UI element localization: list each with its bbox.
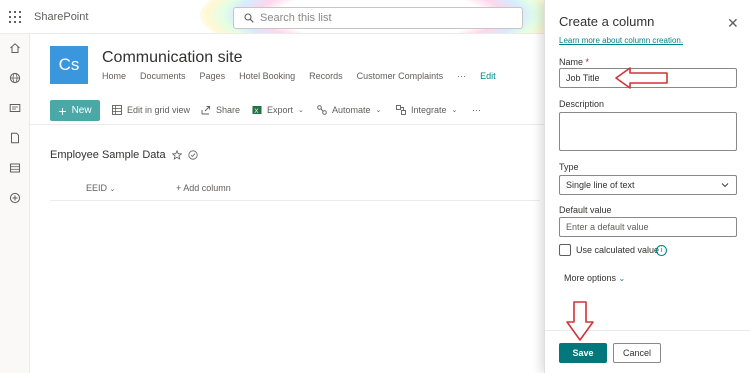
nav-item-home[interactable]: Home — [102, 71, 126, 81]
annotation-left-arrow-icon — [615, 67, 668, 89]
close-icon[interactable]: ✕ — [727, 15, 739, 32]
share-icon — [201, 106, 210, 115]
name-label-text: Name — [559, 57, 584, 67]
excel-icon: X — [252, 106, 262, 115]
description-label: Description — [559, 99, 605, 109]
edit-grid-label: Edit in grid view — [127, 105, 191, 115]
list-icon[interactable] — [9, 162, 21, 174]
integrate-icon — [396, 105, 406, 115]
app-launcher-icon[interactable] — [9, 11, 21, 23]
column-header-eeid[interactable]: EEID ⌄ — [86, 183, 115, 193]
list-title-row: Employee Sample Data — [50, 149, 198, 161]
nav-more-button[interactable]: ··· — [457, 71, 466, 81]
search-box[interactable]: Search this list — [233, 7, 523, 29]
automate-button[interactable]: Automate ⌄ — [317, 105, 381, 115]
column-header-eeid-label: EEID — [86, 183, 108, 193]
left-rail — [0, 34, 30, 373]
command-bar: + New Edit in grid view Share X Export ⌄… — [30, 97, 544, 125]
cancel-button[interactable]: Cancel — [613, 343, 661, 363]
integrate-button[interactable]: Integrate ⌄ — [396, 105, 457, 115]
more-commands-button[interactable]: ··· — [472, 105, 481, 115]
chevron-down-icon: ⌄ — [451, 107, 458, 114]
default-value-field[interactable]: Enter a default value — [559, 217, 737, 237]
calculated-value-checkbox[interactable] — [559, 244, 571, 256]
automate-icon — [317, 105, 327, 115]
grid-icon — [112, 105, 122, 115]
annotation-down-arrow-icon — [566, 301, 594, 341]
default-value-label: Default value — [559, 205, 612, 215]
panel-title: Create a column — [559, 14, 655, 29]
name-label: Name * — [559, 57, 589, 67]
globe-icon[interactable] — [9, 72, 21, 84]
site-title[interactable]: Communication site — [102, 49, 243, 67]
news-icon[interactable] — [9, 102, 21, 114]
info-icon[interactable]: i — [656, 245, 667, 256]
automate-label: Automate — [332, 105, 371, 115]
share-label: Share — [216, 105, 241, 115]
add-column-button[interactable]: + Add column — [176, 183, 231, 193]
document-icon[interactable] — [9, 132, 21, 144]
more-options-label: More options — [564, 273, 617, 283]
required-marker: * — [585, 57, 590, 67]
edit-grid-button[interactable]: Edit in grid view — [112, 105, 190, 115]
chevron-down-icon: ⌄ — [375, 107, 382, 114]
chevron-down-icon: ⌄ — [298, 107, 304, 114]
export-label: Export — [267, 105, 294, 115]
new-button-label: New — [71, 105, 92, 116]
column-header-row: EEID ⌄ + Add column — [50, 177, 540, 201]
more-options-button[interactable]: More options ⌄ — [564, 273, 625, 283]
chevron-down-icon: ⌄ — [618, 274, 626, 283]
calculated-value-label[interactable]: Use calculated value — [576, 245, 659, 255]
nav-item-records[interactable]: Records — [309, 71, 343, 81]
nav-item-hotel-booking[interactable]: Hotel Booking — [239, 71, 295, 81]
integrate-label: Integrate — [411, 105, 447, 115]
plus-icon: + — [58, 102, 67, 119]
type-dropdown-value: Single line of text — [566, 180, 635, 190]
nav-item-documents[interactable]: Documents — [140, 71, 186, 81]
search-placeholder: Search this list — [260, 12, 332, 24]
site-logo[interactable]: Cs — [50, 46, 88, 84]
add-column-label: Add column — [183, 183, 231, 193]
type-dropdown[interactable]: Single line of text — [559, 175, 737, 195]
checkmark-circle-icon[interactable] — [187, 150, 198, 160]
save-button[interactable]: Save — [559, 343, 607, 363]
type-label: Type — [559, 162, 579, 172]
export-button[interactable]: X Export ⌄ — [252, 105, 304, 115]
nav-item-pages[interactable]: Pages — [200, 71, 226, 81]
svg-text:X: X — [254, 108, 259, 115]
star-icon[interactable] — [171, 150, 182, 160]
home-icon[interactable] — [9, 42, 21, 54]
new-button[interactable]: + New — [50, 100, 100, 121]
share-button[interactable]: Share — [201, 105, 240, 115]
list-title: Employee Sample Data — [50, 149, 166, 161]
search-icon — [244, 13, 254, 23]
nav-item-customer-complaints[interactable]: Customer Complaints — [357, 71, 444, 81]
add-icon[interactable] — [9, 192, 21, 204]
site-navigation: Home Documents Pages Hotel Booking Recor… — [102, 71, 510, 81]
learn-more-link[interactable]: Learn more about column creation. — [559, 36, 683, 45]
description-field[interactable] — [559, 112, 737, 151]
nav-edit-link[interactable]: Edit — [480, 71, 496, 81]
chevron-down-icon — [721, 183, 729, 188]
brand-label[interactable]: SharePoint — [34, 11, 88, 23]
chevron-down-icon: ⌄ — [109, 186, 116, 193]
